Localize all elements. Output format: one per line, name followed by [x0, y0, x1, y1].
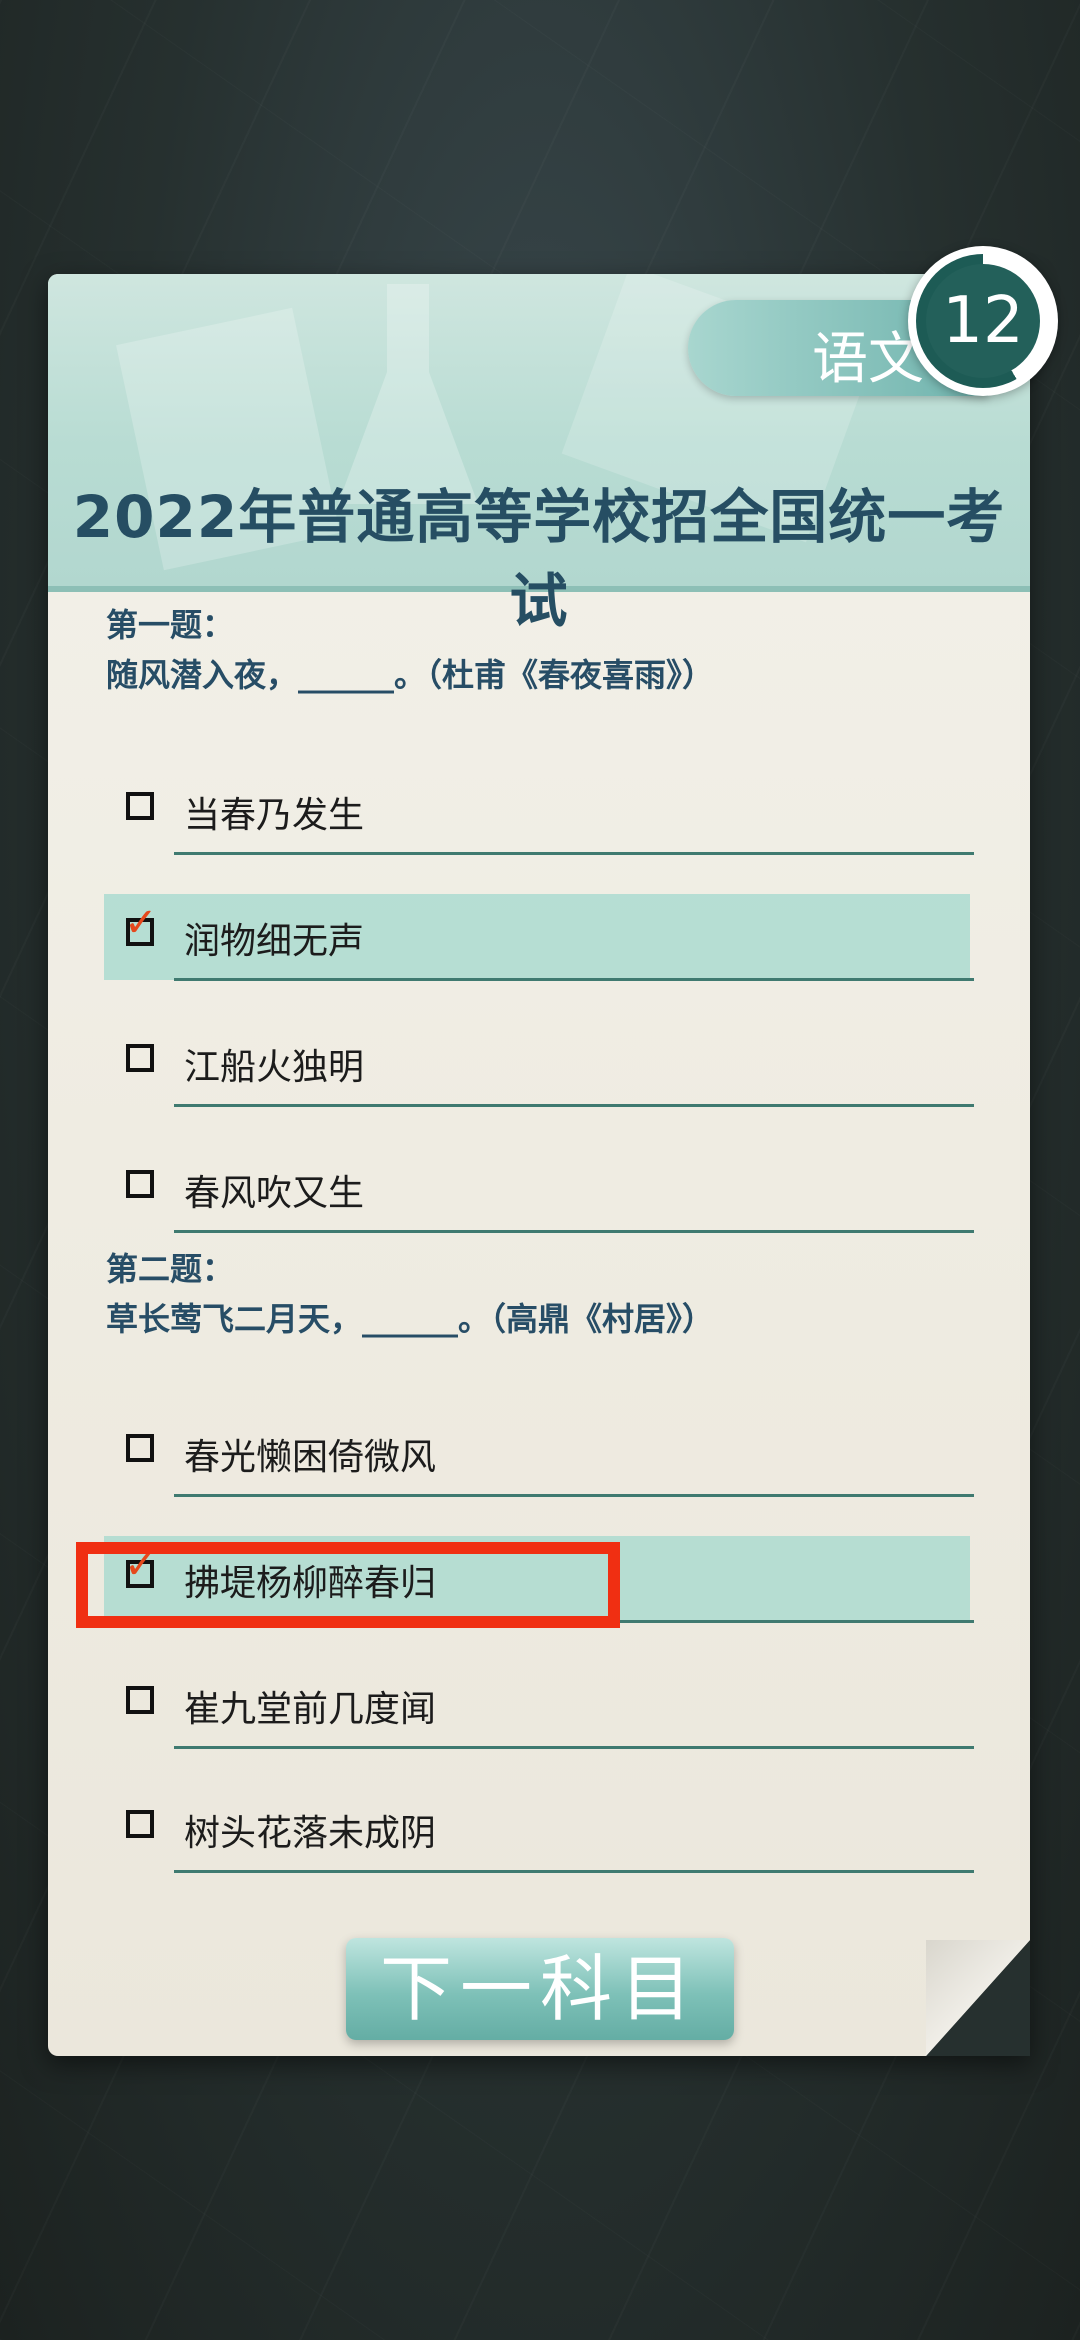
answer-line [174, 1230, 974, 1233]
answer-line [174, 1870, 974, 1873]
option-label: 春光懒困倚微风 [184, 1437, 437, 1478]
question-2-option-4[interactable]: 树头花落未成阴 [104, 1786, 974, 1873]
annotation-highlight-box [76, 1542, 620, 1628]
question-2-header: 第二题： 草长莺飞二月天，______。（高鼎《村居》） [106, 1244, 714, 1344]
paper-header: 语文 2022年普通高等学校招全国统一考试 [48, 274, 1030, 635]
question-2-prompt: 草长莺飞二月天，______。（高鼎《村居》） [106, 1300, 715, 1338]
checkbox-icon[interactable] [126, 1170, 154, 1198]
question-1-prompt: 随风潜入夜，______。（杜甫《春夜喜雨》） [106, 656, 715, 694]
question-2-option-1[interactable]: 春光懒困倚微风 [104, 1410, 974, 1497]
question-2-label: 第二题： [106, 1250, 235, 1288]
question-1-header: 第一题： 随风潜入夜，______。（杜甫《春夜喜雨》） [106, 600, 714, 700]
question-1-option-1[interactable]: 当春乃发生 [104, 768, 974, 855]
option-label: 润物细无声 [184, 921, 365, 962]
countdown-timer: 12 [908, 246, 1058, 396]
answer-line [174, 1494, 974, 1497]
checkmark-icon: ✓ [124, 900, 158, 946]
checkbox-icon[interactable] [126, 792, 154, 820]
question-1-option-4[interactable]: 春风吹又生 [104, 1146, 974, 1233]
option-label: 当春乃发生 [184, 795, 365, 836]
question-1-option-2[interactable]: ✓ 润物细无声 [104, 894, 974, 981]
answer-line [174, 852, 974, 855]
answer-line [174, 1746, 974, 1749]
option-label: 春风吹又生 [184, 1173, 365, 1214]
exam-paper: 语文 2022年普通高等学校招全国统一考试 第一题： 随风潜入夜，______。… [48, 274, 1030, 2056]
checkbox-icon[interactable] [126, 1810, 154, 1838]
checkbox-icon[interactable] [126, 1434, 154, 1462]
option-label: 树头花落未成阴 [184, 1813, 437, 1854]
timer-value: 12 [942, 284, 1024, 358]
question-2-option-3[interactable]: 崔九堂前几度闻 [104, 1662, 974, 1749]
question-1-option-3[interactable]: 江船火独明 [104, 1020, 974, 1107]
question-1-label: 第一题： [106, 606, 235, 644]
answer-line [174, 978, 974, 981]
option-label: 江船火独明 [184, 1047, 365, 1088]
checkbox-icon[interactable] [126, 1044, 154, 1072]
checkbox-icon[interactable] [126, 1686, 154, 1714]
next-subject-button[interactable]: 下一科目 [346, 1938, 734, 2040]
option-label: 崔九堂前几度闻 [184, 1689, 437, 1730]
answer-line [174, 1104, 974, 1107]
